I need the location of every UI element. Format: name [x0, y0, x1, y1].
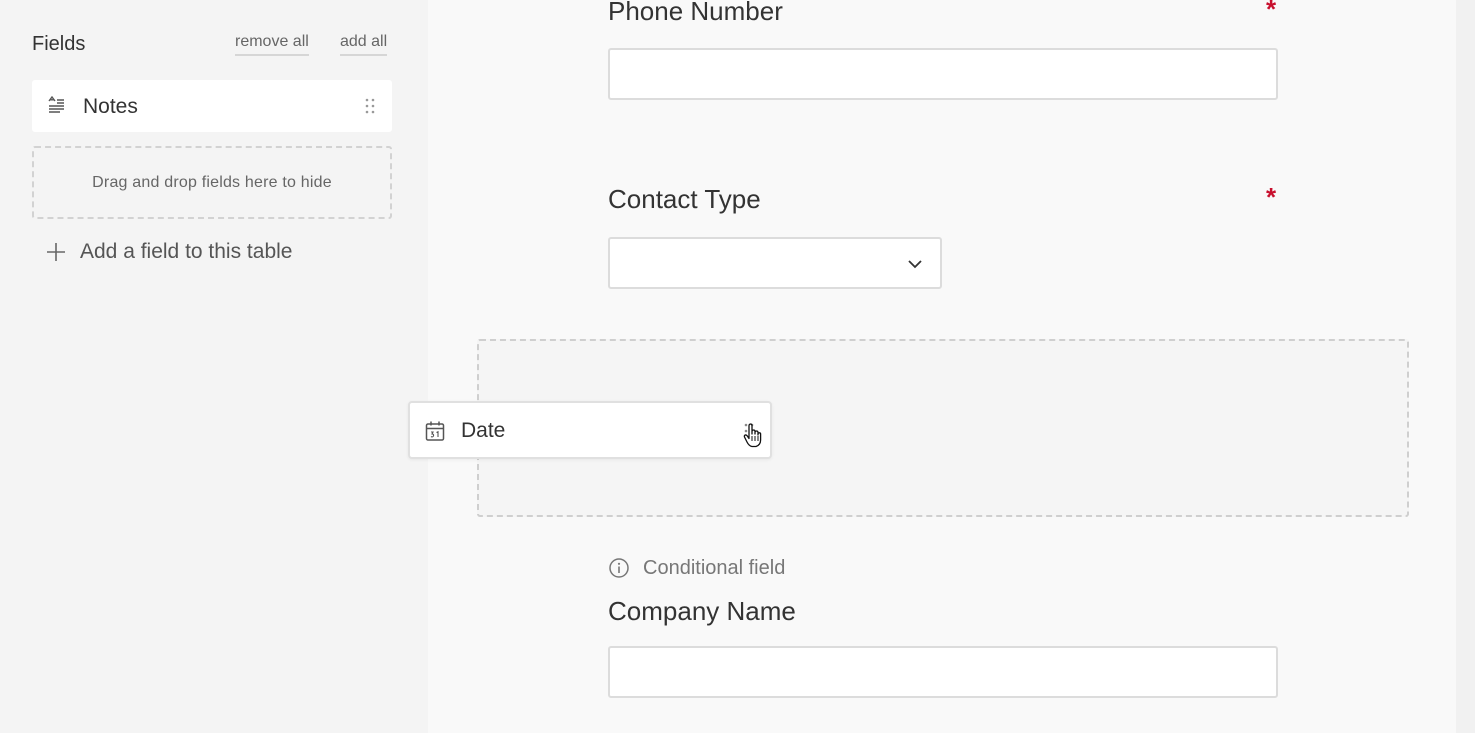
dragging-field-date[interactable]: Date — [408, 401, 772, 459]
conditional-field-note: Conditional field — [608, 555, 785, 581]
conditional-field-text: Conditional field — [643, 556, 786, 579]
long-text-icon — [48, 96, 64, 113]
remove-all-button[interactable]: remove all — [235, 33, 309, 56]
company-name-input[interactable] — [608, 646, 1278, 698]
required-marker: * — [1266, 0, 1277, 24]
info-icon — [609, 558, 629, 578]
phone-number-label: Phone Number — [608, 0, 783, 26]
dragging-field-label: Date — [461, 419, 506, 442]
sidebar-title: Fields — [32, 33, 86, 55]
contact-type-select[interactable] — [608, 237, 942, 289]
contact-type-label: Contact Type — [608, 184, 761, 214]
sidebar-field-notes[interactable]: Notes — [32, 80, 392, 132]
fields-sidebar: Fields remove all add all Notes Drag and… — [0, 0, 428, 733]
hand-cursor-icon — [743, 423, 762, 448]
calendar-icon — [425, 421, 445, 441]
sidebar-field-label: Notes — [83, 95, 138, 118]
add-all-button[interactable]: add all — [340, 33, 388, 56]
required-marker: * — [1266, 182, 1277, 212]
plus-icon — [47, 243, 65, 261]
company-name-label: Company Name — [608, 596, 796, 626]
add-field-label: Add a field to this table — [80, 240, 293, 263]
drag-handle-icon[interactable] — [365, 98, 375, 114]
add-field-button[interactable]: Add a field to this table — [44, 238, 344, 266]
hide-fields-dropzone[interactable]: Drag and drop fields here to hide — [32, 146, 392, 219]
chevron-down-icon — [908, 260, 922, 269]
phone-number-input[interactable] — [608, 48, 1278, 100]
hide-zone-text: Drag and drop fields here to hide — [92, 173, 332, 191]
scroll-gutter — [1456, 0, 1475, 733]
